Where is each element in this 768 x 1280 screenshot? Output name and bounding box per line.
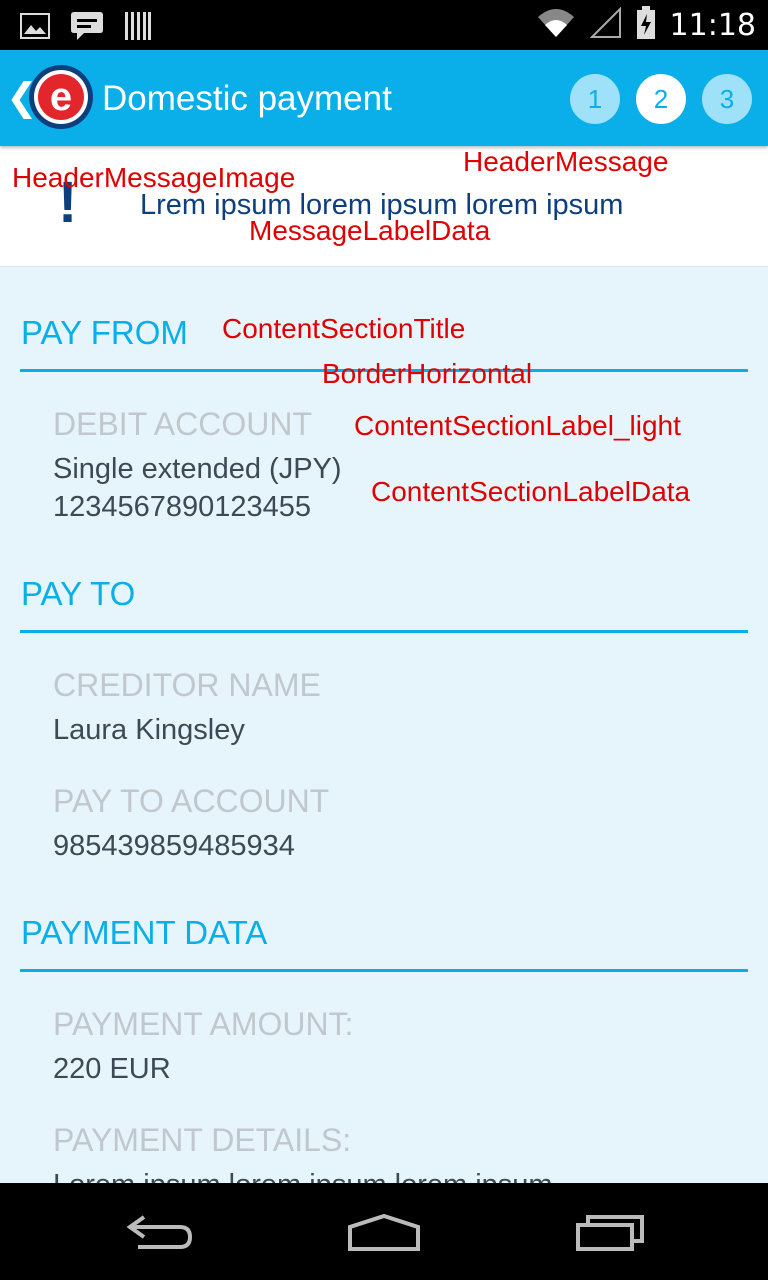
status-bar: 11:18 bbox=[0, 0, 768, 50]
signal-icon bbox=[589, 6, 622, 44]
chat-icon bbox=[70, 10, 104, 47]
content-area[interactable]: PAY FROM ContentSectionTitle BorderHoriz… bbox=[0, 267, 768, 1183]
creditor-name-label: CREDITOR NAME bbox=[53, 667, 321, 703]
back-icon[interactable] bbox=[124, 1213, 196, 1258]
debit-account-number: 1234567890123455 bbox=[53, 491, 312, 523]
section-title-payment-data: PAYMENT DATA bbox=[21, 914, 268, 951]
home-icon[interactable] bbox=[346, 1213, 422, 1258]
debit-account-name: Single extended (JPY) bbox=[53, 453, 342, 485]
section-title-pay-to: PAY TO bbox=[21, 575, 136, 612]
pay-to-account: 985439859485934 bbox=[53, 830, 295, 862]
payment-amount-label: PAYMENT AMOUNT: bbox=[53, 1006, 354, 1042]
section-divider bbox=[20, 630, 748, 633]
annotation-header-message-image: HeaderMessageImage bbox=[12, 162, 296, 193]
annotation-border-horizontal: BorderHorizontal bbox=[322, 358, 533, 389]
app-logo[interactable]: e bbox=[28, 64, 94, 130]
step-indicator-2[interactable]: 2 bbox=[636, 74, 686, 124]
debit-account-label: DEBIT ACCOUNT bbox=[53, 406, 312, 442]
annotation-content-section-title: ContentSectionTitle bbox=[222, 313, 466, 344]
app-bar: ❮ e Domestic payment 1 2 3 bbox=[0, 50, 768, 146]
annotation-content-section-label-light: ContentSectionLabel_light bbox=[354, 410, 681, 441]
recent-apps-icon[interactable] bbox=[574, 1213, 646, 1258]
creditor-name: Laura Kingsley bbox=[53, 714, 245, 746]
step-indicator-3[interactable]: 3 bbox=[702, 74, 752, 124]
section-divider bbox=[20, 969, 748, 972]
annotation-content-section-label-data: ContentSectionLabelData bbox=[371, 476, 691, 507]
navigation-bar bbox=[0, 1183, 768, 1280]
wifi-icon bbox=[536, 7, 576, 44]
clock: 11:18 bbox=[669, 8, 756, 43]
image-icon bbox=[20, 13, 50, 44]
payment-details: Lorem ipsum lorem ipsum lorem ipsum bbox=[53, 1167, 553, 1183]
annotation-message-label-data: MessageLabelData bbox=[249, 215, 491, 246]
step-indicator-1[interactable]: 1 bbox=[570, 74, 620, 124]
battery-charging-icon bbox=[636, 6, 656, 45]
logo-letter: e bbox=[50, 75, 72, 119]
page-title: Domestic payment bbox=[102, 79, 392, 118]
section-title-pay-from: PAY FROM bbox=[21, 314, 188, 351]
payment-amount: 220 EUR bbox=[53, 1053, 171, 1085]
barcode-icon bbox=[124, 11, 152, 46]
pay-to-account-label: PAY TO ACCOUNT bbox=[53, 783, 330, 819]
annotation-header-message: HeaderMessage bbox=[463, 146, 669, 177]
payment-details-label: PAYMENT DETAILS: bbox=[53, 1122, 352, 1158]
